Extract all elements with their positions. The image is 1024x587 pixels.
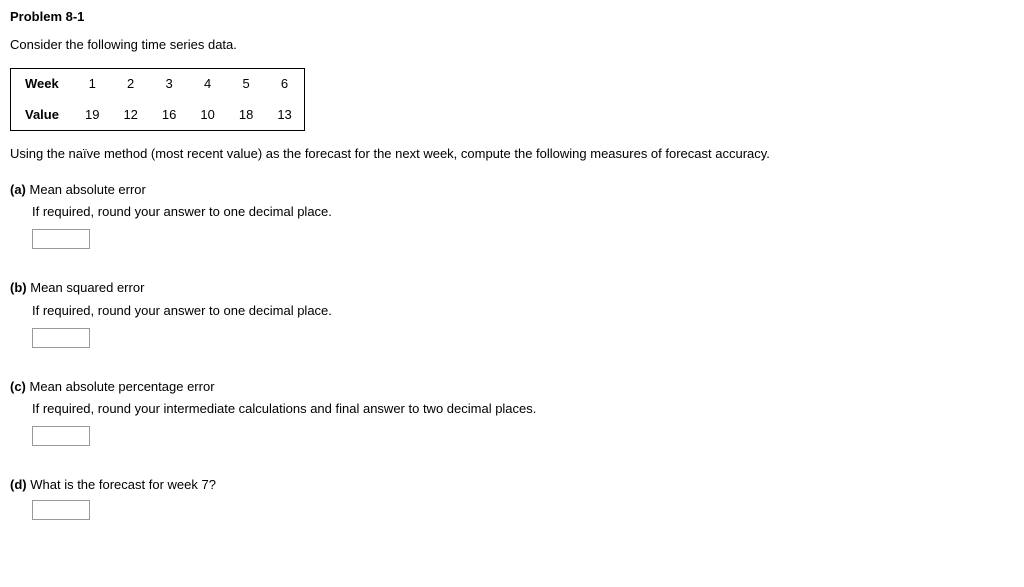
problem-title: Problem 8-1 [10,8,1014,26]
data-table: Week 1 2 3 4 5 6 Value 19 12 16 10 18 13 [10,68,305,130]
part-c-header: (c) Mean absolute percentage error [10,378,1014,396]
part-d-header: (d) What is the forecast for week 7? [10,476,1014,494]
part-c: (c) Mean absolute percentage error If re… [10,378,1014,446]
part-b-note: If required, round your answer to one de… [32,302,1014,320]
part-a-label: (a) [10,182,26,197]
part-a-header: (a) Mean absolute error [10,181,1014,199]
part-b-title: Mean squared error [30,280,144,295]
part-c-input[interactable] [32,426,90,446]
intro-text: Consider the following time series data. [10,36,1014,54]
instruction-text: Using the naïve method (most recent valu… [10,145,1014,163]
part-c-note: If required, round your intermediate cal… [32,400,1014,418]
part-d-input[interactable] [32,500,90,520]
table-cell: 2 [111,69,149,100]
part-b-input[interactable] [32,328,90,348]
table-cell: 1 [73,69,111,100]
part-c-label: (c) [10,379,26,394]
part-a-note: If required, round your answer to one de… [32,203,1014,221]
part-b-header: (b) Mean squared error [10,279,1014,297]
part-b: (b) Mean squared error If required, roun… [10,279,1014,347]
row-label-value: Value [11,100,73,131]
table-row: Week 1 2 3 4 5 6 [11,69,305,100]
table-cell: 10 [188,100,226,131]
table-cell: 12 [111,100,149,131]
part-d-title: What is the forecast for week 7? [30,477,216,492]
part-a: (a) Mean absolute error If required, rou… [10,181,1014,249]
part-a-title: Mean absolute error [30,182,146,197]
table-cell: 16 [150,100,188,131]
part-c-title: Mean absolute percentage error [30,379,215,394]
table-cell: 5 [227,69,265,100]
table-cell: 6 [265,69,304,100]
part-a-input[interactable] [32,229,90,249]
table-cell: 13 [265,100,304,131]
part-d-label: (d) [10,477,27,492]
part-d: (d) What is the forecast for week 7? [10,476,1014,520]
row-label-week: Week [11,69,73,100]
table-cell: 18 [227,100,265,131]
table-cell: 4 [188,69,226,100]
part-b-label: (b) [10,280,27,295]
table-cell: 3 [150,69,188,100]
table-row: Value 19 12 16 10 18 13 [11,100,305,131]
table-cell: 19 [73,100,111,131]
